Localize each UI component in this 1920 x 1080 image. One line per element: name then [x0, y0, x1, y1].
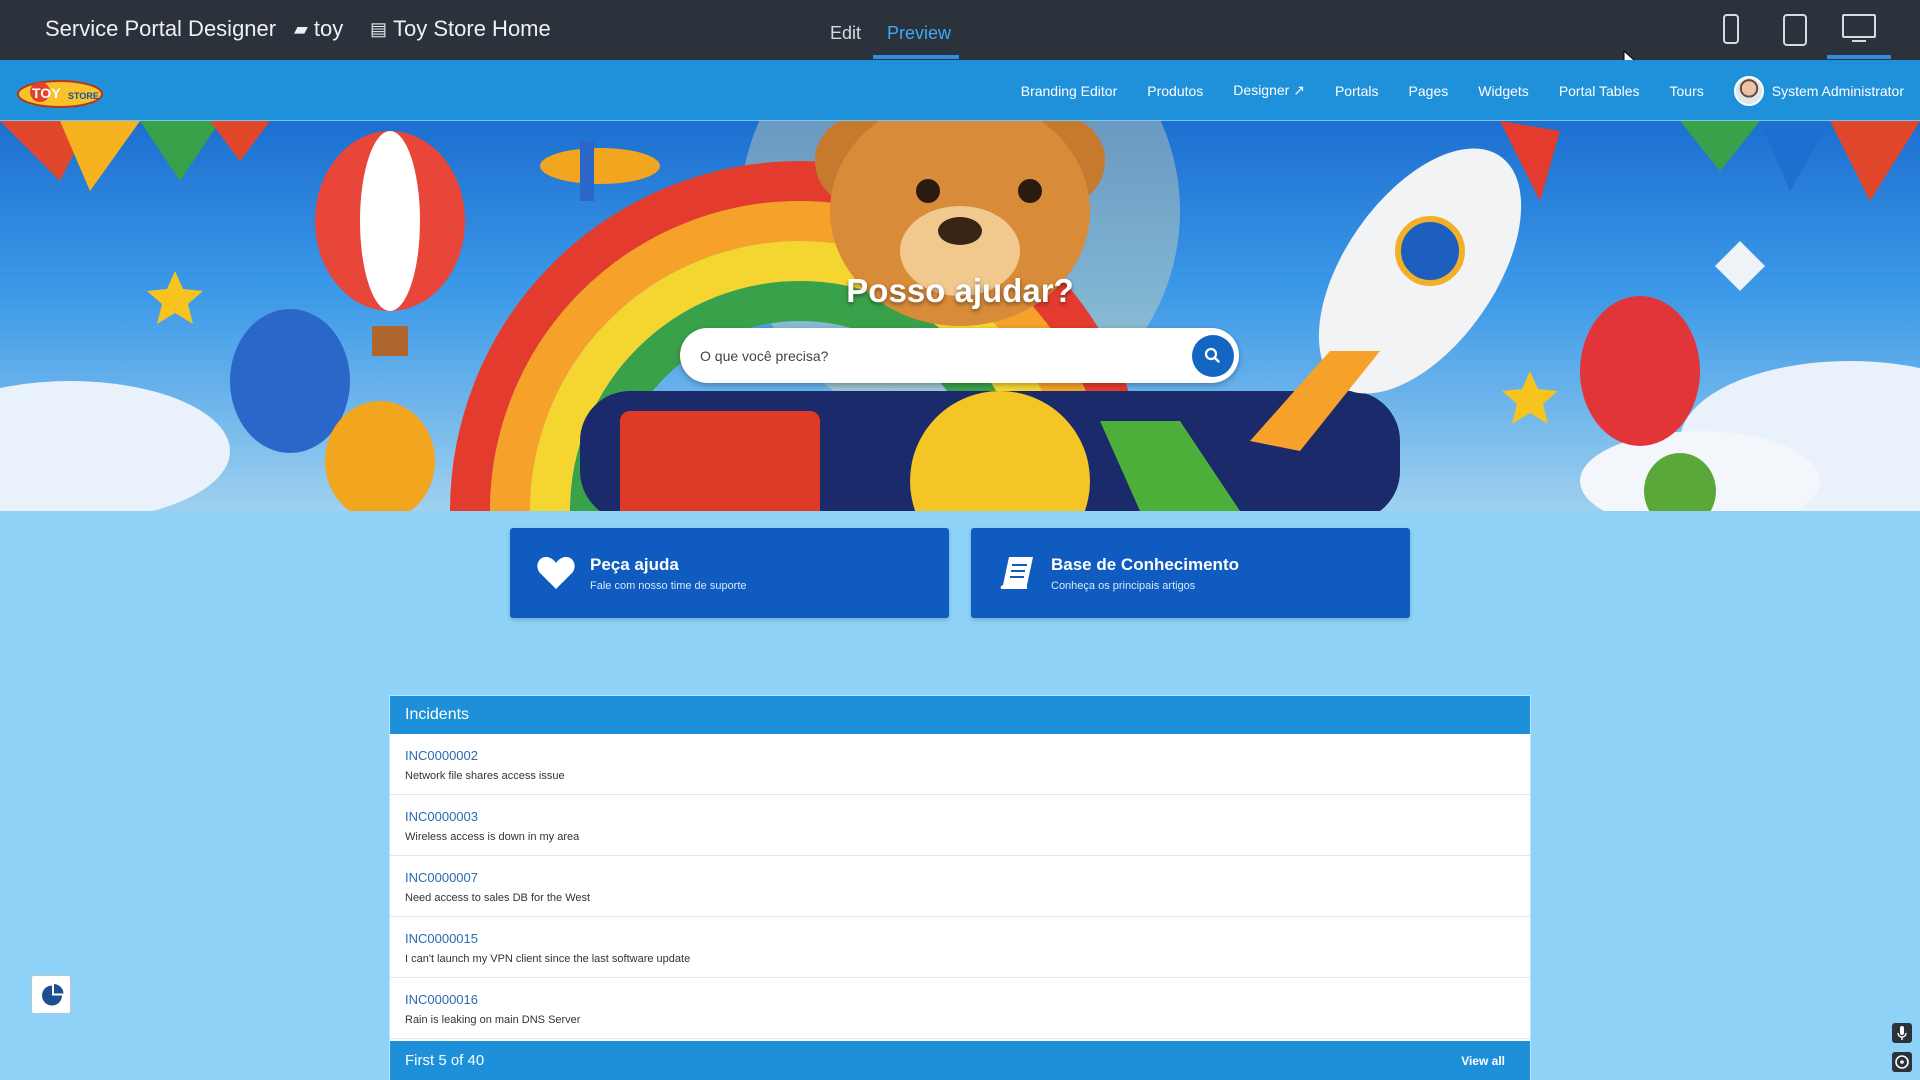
tablet-icon[interactable] [1783, 14, 1807, 46]
nav-widgets[interactable]: Widgets [1478, 83, 1529, 99]
incident-description: Wireless access is down in my area [405, 831, 580, 843]
card-title: Base de Conhecimento [1051, 555, 1239, 574]
card-base-conhecimento[interactable]: Base de Conhecimento Conheça os principa… [971, 528, 1410, 618]
incident-description: Rain is leaking on main DNS Server [405, 1014, 581, 1026]
nav-portals[interactable]: Portals [1335, 83, 1379, 99]
incident-number-link[interactable]: INC0000007 [405, 870, 1515, 885]
hero-illustration [0, 121, 1920, 511]
nav-produtos[interactable]: Produtos [1147, 83, 1203, 99]
book-icon: ▰ [294, 18, 308, 39]
file-icon: ▤ [370, 18, 388, 39]
svg-text:STORE: STORE [68, 91, 99, 101]
portal-navbar: TOY STORE Branding Editor Produtos Desig… [0, 60, 1920, 121]
card-title: Peça ajuda [590, 555, 679, 574]
pie-chart-icon [42, 984, 64, 1006]
card-peca-ajuda[interactable]: Peça ajuda Fale com nosso time de suport… [510, 528, 949, 618]
avatar [1733, 75, 1764, 106]
nav-pages[interactable]: Pages [1409, 83, 1449, 99]
incidents-footer: First 5 of 40 View all [390, 1041, 1530, 1080]
incident-description: I can't launch my VPN client since the l… [405, 953, 691, 965]
active-tab-indicator [873, 55, 959, 59]
book-icon [1000, 557, 1033, 589]
incident-description: Network file shares access issue [405, 770, 565, 782]
desktop-icon[interactable] [1842, 14, 1876, 38]
page-breadcrumb-label: Toy Store Home [393, 16, 551, 41]
view-all-link[interactable]: View all [1461, 1054, 1505, 1068]
incidents-header: Incidents [390, 696, 1530, 734]
hero-banner: Posso ajudar? [0, 121, 1920, 511]
nav-portal-tables[interactable]: Portal Tables [1559, 83, 1640, 99]
designer-title: Service Portal Designer [45, 16, 277, 41]
incident-number-link[interactable]: INC0000016 [405, 992, 1515, 1007]
search-icon [1204, 347, 1220, 363]
desktop-stand [1852, 40, 1866, 42]
page-breadcrumb[interactable]: ▤ Toy Store Home [370, 16, 551, 42]
card-subtitle: Fale com nosso time de suporte [590, 580, 747, 592]
portal-breadcrumb-label: toy [313, 16, 344, 41]
tab-preview[interactable]: Preview [887, 23, 951, 44]
list-item[interactable]: INC0000003 Wireless access is down in my… [390, 795, 1530, 856]
user-menu[interactable]: System Administrator [1733, 75, 1904, 106]
card-subtitle: Conheça os principais artigos [1051, 580, 1196, 592]
incident-number-link[interactable]: INC0000002 [405, 748, 1515, 763]
nav-branding-editor[interactable]: Branding Editor [1021, 83, 1118, 99]
search-input[interactable] [700, 328, 1160, 383]
nav-tours[interactable]: Tours [1670, 83, 1704, 99]
navbar-menu: Branding Editor Produtos Designer ↗ Port… [1021, 60, 1904, 121]
toy-store-logo[interactable]: TOY STORE [16, 72, 104, 110]
incident-number-link[interactable]: INC0000015 [405, 931, 1515, 946]
incident-description: Need access to sales DB for the West [405, 892, 591, 904]
phone-icon[interactable] [1723, 14, 1739, 44]
heart-icon [537, 556, 575, 589]
incident-number-link[interactable]: INC0000003 [405, 809, 1515, 824]
hero-title: Posso ajudar? [846, 272, 1074, 309]
list-item[interactable]: INC0000015 I can't launch my VPN client … [390, 917, 1530, 978]
tab-edit[interactable]: Edit [830, 23, 861, 44]
active-device-indicator [1827, 55, 1891, 59]
list-item[interactable]: INC0000007 Need access to sales DB for t… [390, 856, 1530, 917]
incidents-count: First 5 of 40 [405, 1052, 485, 1069]
list-item[interactable]: INC0000016 Rain is leaking on main DNS S… [390, 978, 1530, 1039]
search-button[interactable] [1192, 335, 1234, 377]
microphone-icon [1897, 1026, 1907, 1040]
microphone-button[interactable] [1892, 1023, 1912, 1043]
list-item[interactable]: INC0000002 Network file shares access is… [390, 734, 1530, 795]
svg-text:TOY: TOY [32, 85, 61, 101]
sync-icon [1895, 1055, 1909, 1069]
incidents-panel: Incidents INC0000002 Network file shares… [389, 695, 1531, 1080]
sync-button[interactable] [1892, 1052, 1912, 1072]
search-box [680, 328, 1239, 383]
analytics-button[interactable] [31, 975, 71, 1014]
user-name: System Administrator [1771, 82, 1904, 99]
portal-breadcrumb[interactable]: ▰ toy [294, 16, 343, 42]
nav-designer[interactable]: Designer ↗ [1233, 82, 1305, 99]
